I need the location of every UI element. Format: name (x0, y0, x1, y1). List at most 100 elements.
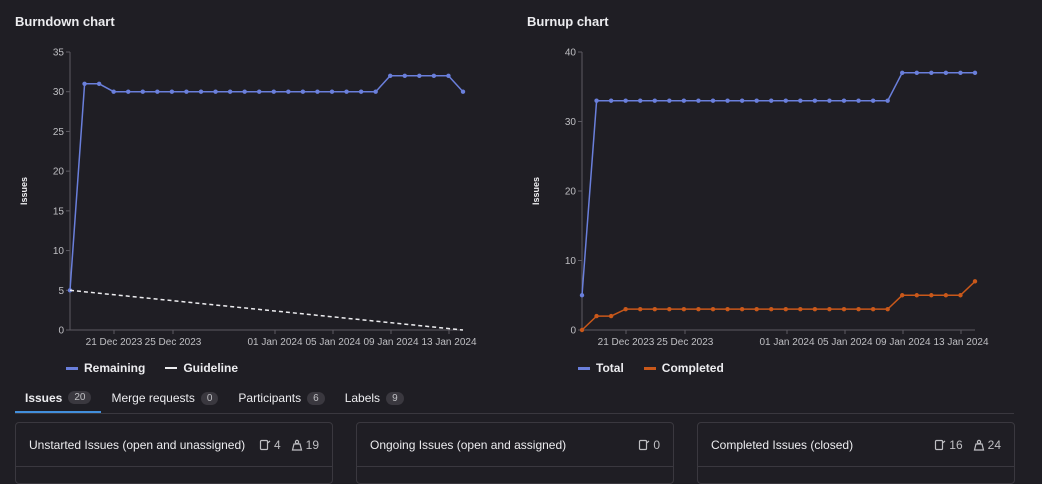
data-point-total[interactable] (827, 98, 832, 103)
issue-count-value: 4 (273, 437, 281, 452)
data-point-total[interactable] (972, 70, 978, 76)
tab-issues-label: Issues (25, 390, 63, 405)
data-point-total[interactable] (958, 70, 963, 76)
tab-labels[interactable]: Labels 9 (335, 384, 414, 412)
data-point-total[interactable] (929, 70, 934, 76)
data-point-total[interactable] (841, 98, 847, 103)
legend-total[interactable]: Total (578, 361, 624, 375)
data-point-total[interactable] (812, 98, 818, 103)
completed-issues-card: Completed Issues (closed) 16 24 (697, 422, 1015, 484)
data-point-completed[interactable] (870, 306, 876, 312)
y-tick-label: 0 (570, 326, 576, 337)
legend-completed[interactable]: Completed (643, 361, 724, 375)
issues-icon (639, 439, 650, 450)
tab-participants[interactable]: Participants 6 (228, 384, 334, 412)
tab-participants-label: Participants (238, 391, 302, 405)
data-point-total[interactable] (623, 98, 628, 103)
data-point-completed[interactable] (972, 279, 978, 284)
issue-count: 0 (638, 438, 660, 452)
data-point-completed[interactable] (958, 293, 963, 298)
weight-count-value: 24 (987, 437, 1001, 452)
x-tick-label: 13 Jan 2024 (933, 337, 988, 348)
data-point-completed[interactable] (841, 306, 847, 312)
completed-swatch (643, 366, 656, 370)
data-point-total[interactable] (696, 98, 701, 103)
tab-issues[interactable]: Issues 20 (15, 384, 102, 413)
series-line-total (581, 72, 975, 296)
tab-bar: Issues 20 Merge requests 0 Participants … (15, 384, 1014, 414)
card-counts: 16 24 (934, 438, 1001, 452)
ongoing-issues-card: Ongoing Issues (open and assigned) 0 (356, 422, 674, 484)
card-counts: 4 19 (259, 438, 319, 452)
data-point-total[interactable] (579, 293, 585, 298)
y-tick-label: 30 (565, 117, 577, 128)
remaining-swatch (66, 366, 78, 370)
unstarted-issues-card: Unstarted Issues (open and unassigned) 4… (15, 422, 333, 484)
data-point-completed[interactable] (798, 306, 803, 312)
card-title: Ongoing Issues (open and assigned) (370, 437, 567, 452)
data-point-completed[interactable] (608, 313, 614, 319)
data-point-total[interactable] (638, 98, 643, 103)
data-point-completed[interactable] (579, 327, 585, 333)
data-point-completed[interactable] (594, 313, 599, 319)
data-point-completed[interactable] (943, 293, 949, 298)
data-point-completed[interactable] (783, 306, 788, 312)
series-line-completed (581, 280, 976, 331)
x-tick-label: 25 Dec 2023 (657, 337, 714, 348)
data-point-completed[interactable] (638, 306, 643, 312)
legend-guideline[interactable]: Guideline (165, 361, 238, 375)
data-point-total[interactable] (900, 70, 905, 76)
tab-merge-requests[interactable]: Merge requests 0 (101, 384, 228, 412)
burnup-chart: 0 10 20 30 40 21 Dec 2023 25 Dec 2023 01 Jan 20… (531, 48, 989, 349)
data-point-completed[interactable] (696, 306, 701, 312)
data-point-completed[interactable] (754, 306, 759, 312)
data-point-total[interactable] (856, 98, 861, 103)
data-point-completed[interactable] (681, 306, 687, 312)
data-point-total[interactable] (725, 98, 730, 103)
total-swatch (578, 366, 590, 370)
data-point-total[interactable] (710, 98, 716, 103)
data-point-completed[interactable] (652, 306, 657, 312)
y-tick-label: 10 (565, 256, 577, 267)
data-point-total[interactable] (870, 98, 876, 103)
data-point-completed[interactable] (623, 306, 628, 312)
weight-icon (291, 439, 302, 451)
tab-issues-count: 20 (68, 391, 92, 404)
card-header: Completed Issues (closed) 16 24 (698, 423, 1014, 467)
data-point-completed[interactable] (827, 306, 832, 312)
data-point-total[interactable] (885, 98, 890, 103)
data-point-total[interactable] (681, 98, 687, 103)
weight-count: 19 (291, 438, 319, 452)
data-point-completed[interactable] (900, 293, 905, 298)
legend-remaining[interactable]: Remaining (66, 361, 145, 375)
data-point-completed[interactable] (885, 306, 890, 312)
data-point-total[interactable] (754, 98, 759, 103)
data-point-total[interactable] (739, 98, 745, 103)
card-title: Completed Issues (closed) (711, 437, 854, 452)
data-point-completed[interactable] (667, 306, 672, 312)
legend-remaining-label: Remaining (84, 361, 146, 375)
data-point-total[interactable] (608, 98, 614, 103)
data-point-total[interactable] (783, 98, 788, 103)
data-point-total[interactable] (914, 70, 919, 76)
data-point-total[interactable] (652, 98, 657, 103)
data-point-completed[interactable] (812, 306, 818, 312)
data-point-completed[interactable] (929, 293, 934, 298)
tab-labels-label: Labels (344, 391, 381, 405)
data-point-completed[interactable] (769, 306, 774, 312)
x-tick-label: 21 Dec 2023 (598, 337, 655, 348)
data-point-total[interactable] (667, 98, 672, 103)
data-point-completed[interactable] (739, 306, 745, 312)
tab-labels-count: 9 (386, 391, 404, 405)
data-point-total[interactable] (769, 98, 774, 103)
data-point-completed[interactable] (856, 306, 861, 312)
guideline-swatch (165, 367, 178, 369)
data-point-total[interactable] (943, 70, 949, 76)
data-point-total[interactable] (594, 98, 599, 103)
data-point-completed[interactable] (710, 306, 716, 312)
issues-icon (935, 439, 946, 450)
data-point-completed[interactable] (725, 306, 730, 312)
data-point-total[interactable] (798, 98, 803, 103)
y-axis-title: Issues (531, 177, 541, 205)
data-point-completed[interactable] (914, 293, 919, 298)
